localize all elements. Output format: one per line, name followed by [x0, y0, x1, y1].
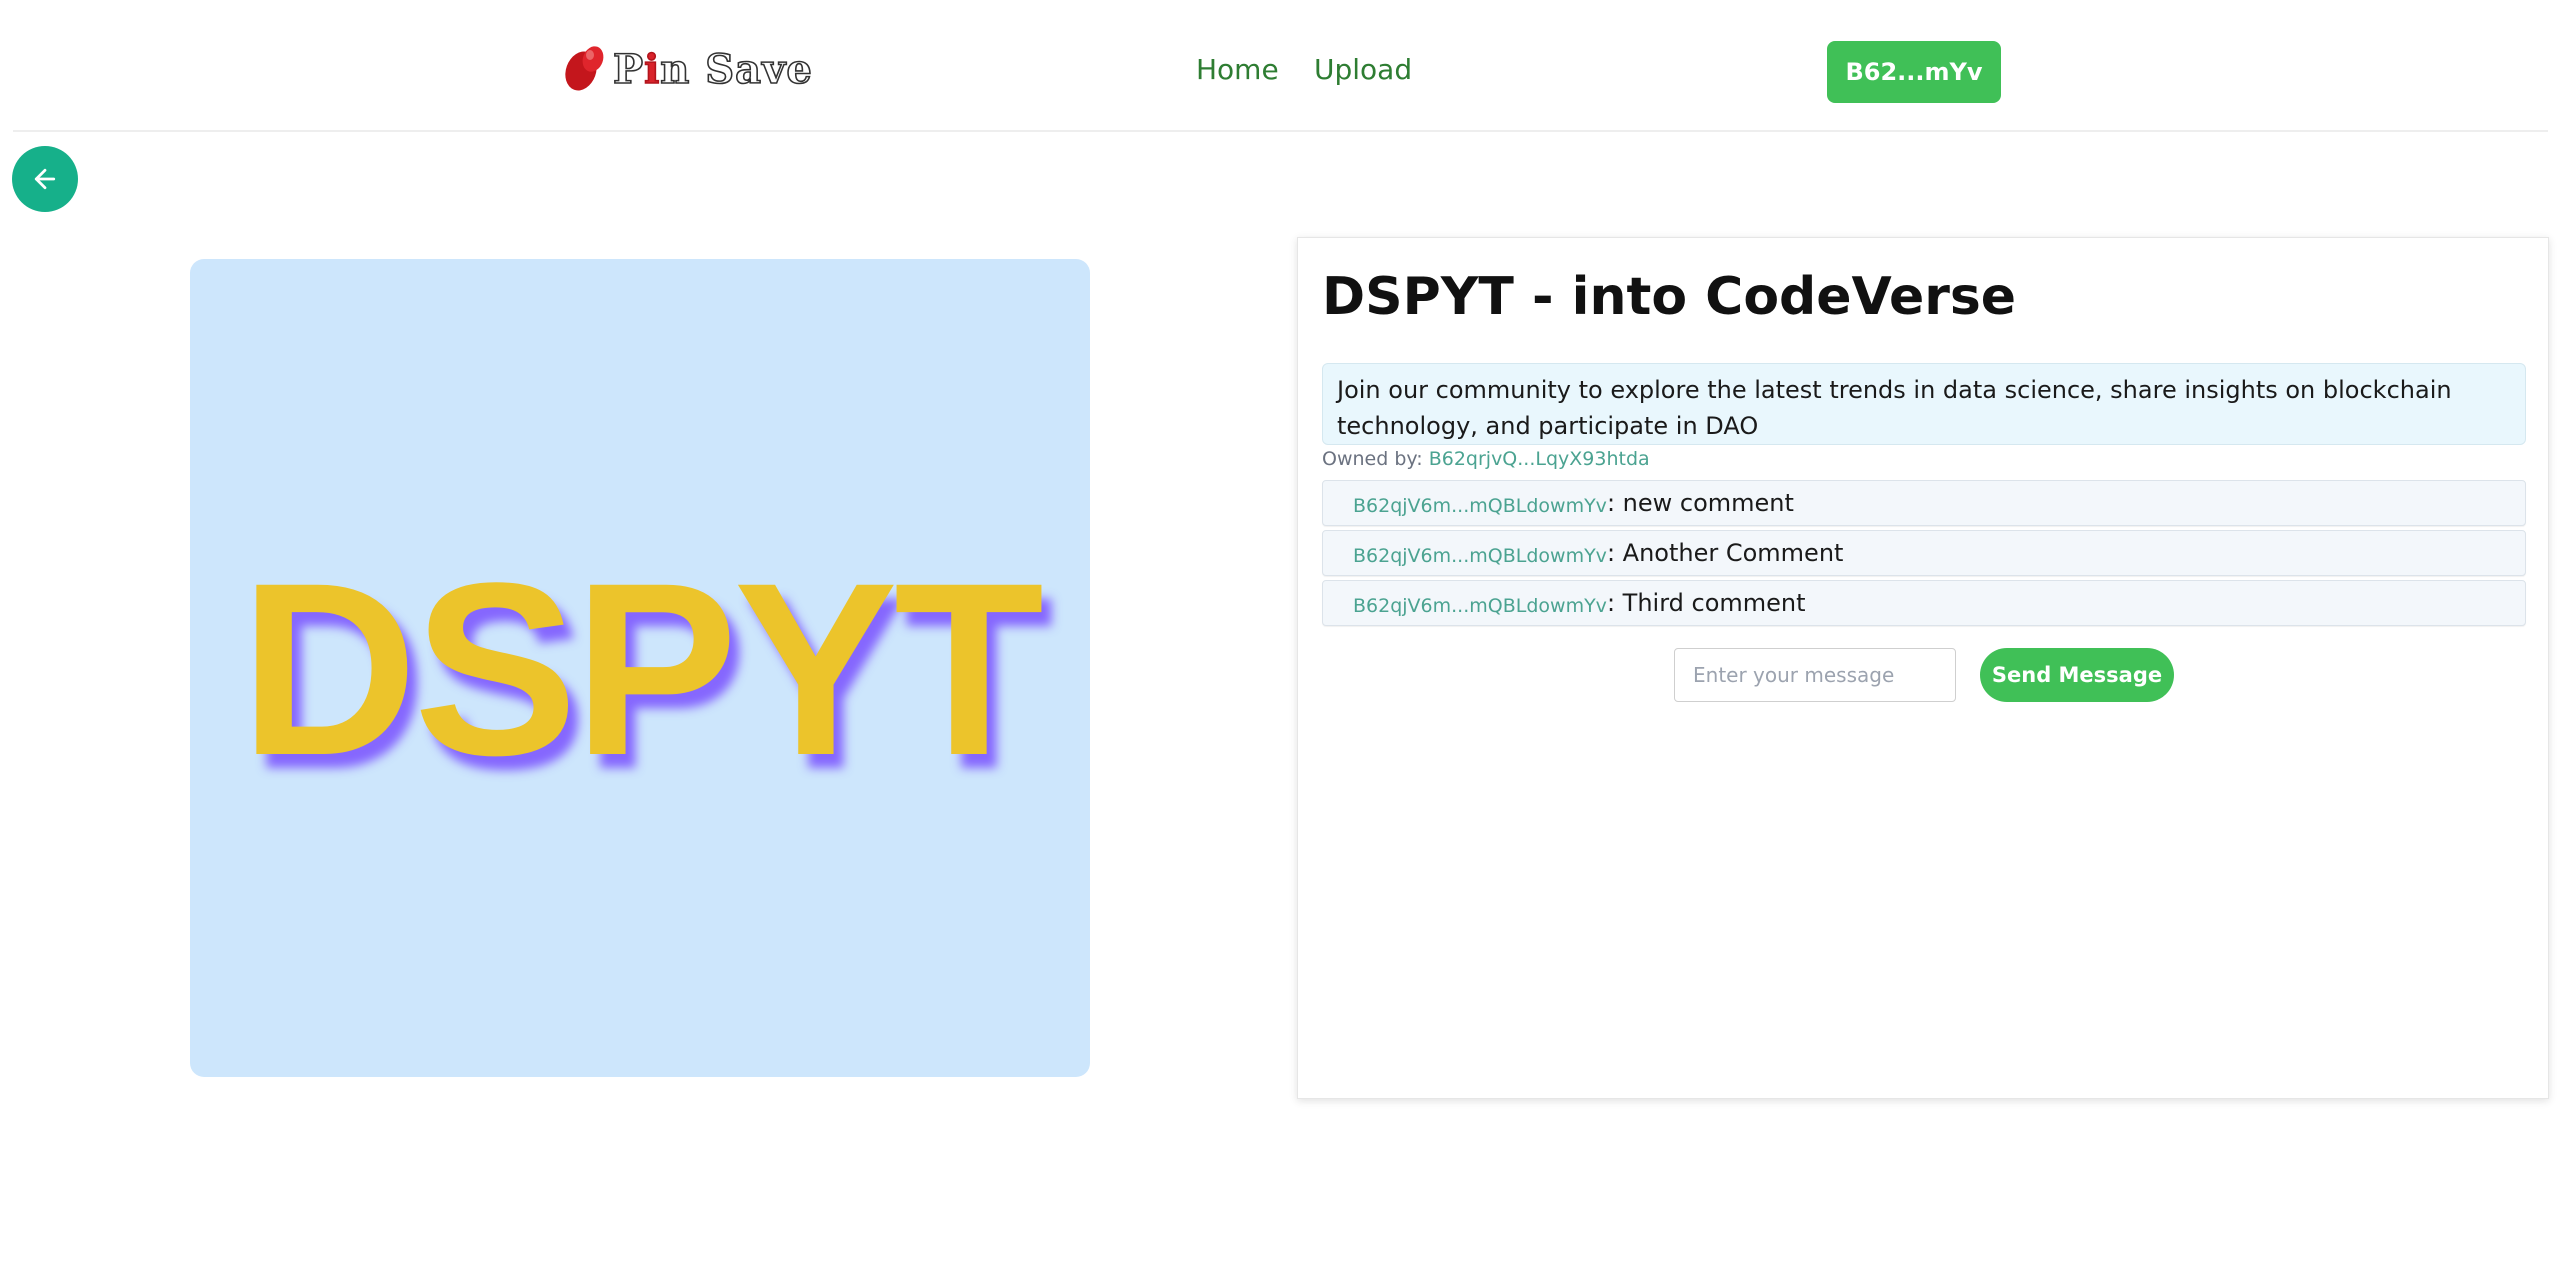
post-image: DSPYT	[190, 259, 1090, 1077]
arrow-left-icon	[30, 164, 60, 194]
post-description: Join our community to explore the latest…	[1322, 363, 2526, 445]
red-pin-icon	[563, 41, 611, 97]
owner-address[interactable]: B62qrjvQ...LqyX93htda	[1429, 448, 1650, 470]
comment-text: : Another Comment	[1606, 539, 1844, 567]
owned-by: Owned by: B62qrjvQ...LqyX93htda	[1322, 448, 1650, 470]
send-message-button[interactable]: Send Message	[1980, 648, 2174, 702]
comment-item: B62qjV6m...mQBLdowmYv : new comment	[1322, 480, 2526, 526]
back-button[interactable]	[12, 146, 78, 212]
pinsave-logo[interactable]: Pin Save	[563, 38, 813, 100]
top-header: Pin Save Home Upload B62...mYv	[13, 0, 2548, 132]
logo-wordmark: Pin Save	[612, 45, 813, 94]
comment-author[interactable]: B62qjV6m...mQBLdowmYv	[1353, 495, 1607, 517]
comment-item: B62qjV6m...mQBLdowmYv : Another Comment	[1322, 530, 2526, 576]
comment-author[interactable]: B62qjV6m...mQBLdowmYv	[1353, 545, 1607, 567]
wallet-address-button[interactable]: B62...mYv	[1827, 41, 2001, 103]
post-image-text: DSPYT	[239, 532, 1044, 807]
post-title: DSPYT - into CodeVerse	[1322, 267, 2017, 327]
comment-author[interactable]: B62qjV6m...mQBLdowmYv	[1353, 595, 1607, 617]
comment-text: : Third comment	[1606, 589, 1806, 617]
nav-home-link[interactable]: Home	[1196, 50, 1279, 90]
owned-by-label: Owned by:	[1322, 448, 1423, 470]
post-detail-card: DSPYT - into CodeVerse Join our communit…	[1297, 237, 2549, 1099]
comment-text: : new comment	[1606, 489, 1794, 517]
comment-item: B62qjV6m...mQBLdowmYv : Third comment	[1322, 580, 2526, 626]
nav-upload-link[interactable]: Upload	[1314, 50, 1412, 90]
message-input[interactable]	[1674, 648, 1956, 702]
